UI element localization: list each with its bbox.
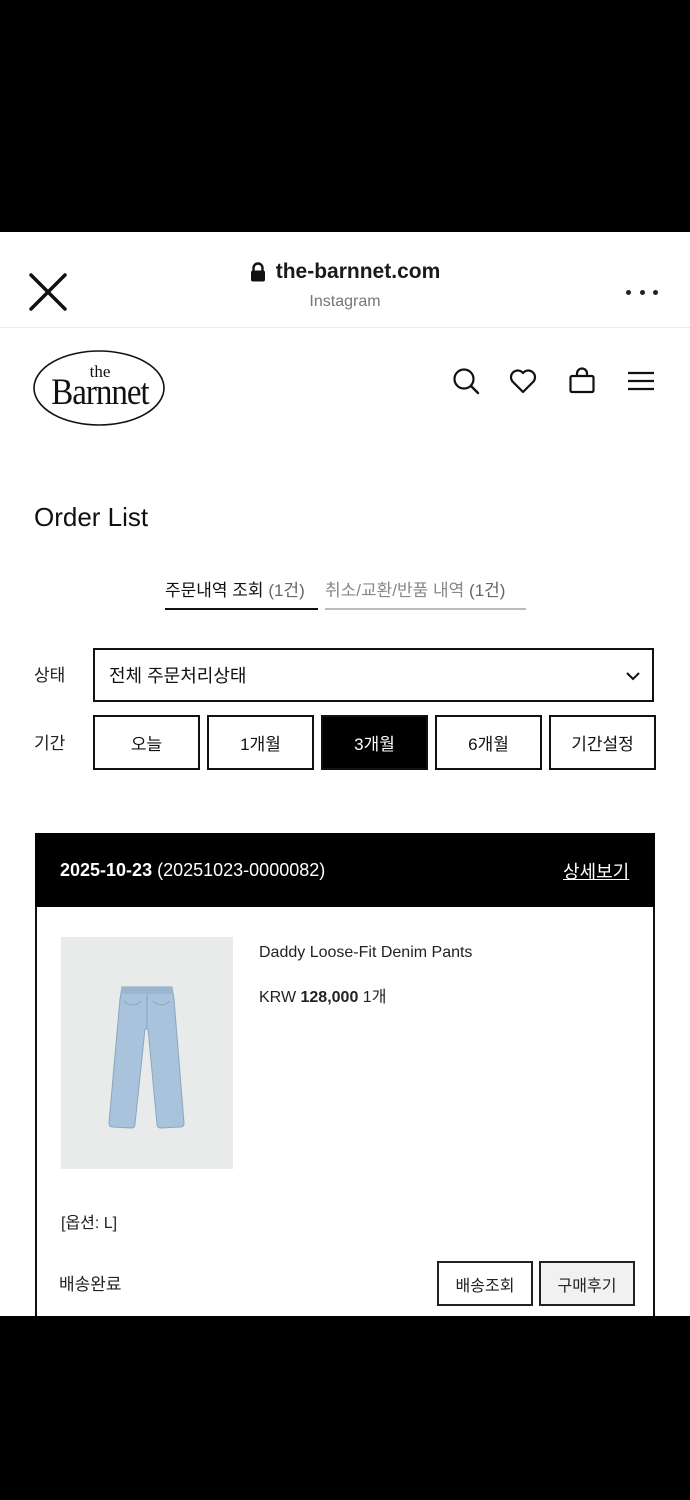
tab-cancel-exchange-return[interactable]: 취소/교환/반품 내역 (1건) xyxy=(325,576,526,610)
period-button-3month[interactable]: 3개월 xyxy=(321,715,428,770)
product-name[interactable]: Daddy Loose-Fit Denim Pants xyxy=(259,944,472,962)
phone-screen: the-barnnet.com Instagram the Barnnet Or… xyxy=(0,232,690,1316)
tab-label: 주문내역 조회 xyxy=(165,581,264,600)
status-filter-label: 상태 xyxy=(34,666,66,685)
price-currency: KRW xyxy=(259,989,297,1006)
tab-count: (1건) xyxy=(469,581,506,600)
bottom-letterbox xyxy=(0,1316,690,1500)
period-button-6month[interactable]: 6개월 xyxy=(435,715,542,770)
order-date-line: 2025-10-23 (20251023-0000082) xyxy=(60,860,325,881)
period-filter-label: 기간 xyxy=(34,734,66,753)
status-select-value: 전체 주문처리상태 xyxy=(109,666,247,686)
top-letterbox xyxy=(0,0,690,232)
chevron-down-icon xyxy=(624,667,642,685)
track-delivery-button[interactable]: 배송조회 xyxy=(437,1261,533,1306)
heart-icon[interactable] xyxy=(508,366,538,396)
tab-order-history[interactable]: 주문내역 조회 (1건) xyxy=(165,576,318,610)
write-review-button[interactable]: 구매후기 xyxy=(539,1261,635,1306)
page-title: Order List xyxy=(34,502,149,532)
period-button-today[interactable]: 오늘 xyxy=(93,715,200,770)
product-quantity: 1개 xyxy=(362,989,387,1006)
site-header: the Barnnet xyxy=(0,328,690,448)
product-price-line: KRW 128,000 1개 xyxy=(259,983,386,1007)
product-option: [옵션: L] xyxy=(61,1215,118,1232)
order-date: 2025-10-23 xyxy=(60,860,153,880)
url-source: Instagram xyxy=(309,293,381,310)
status-select[interactable]: 전체 주문처리상태 xyxy=(93,648,654,702)
logo[interactable]: the Barnnet xyxy=(32,348,168,428)
tab-count: (1건) xyxy=(268,581,305,600)
order-header: 2025-10-23 (20251023-0000082) 상세보기 xyxy=(35,833,655,907)
period-button-custom[interactable]: 기간설정 xyxy=(549,715,656,770)
order-status: 배송완료 xyxy=(59,1275,122,1294)
order-number: (20251023-0000082) xyxy=(157,860,326,880)
browser-bar: the-barnnet.com Instagram xyxy=(0,232,690,328)
period-button-1month[interactable]: 1개월 xyxy=(207,715,314,770)
price-value: 128,000 xyxy=(300,989,359,1006)
lock-icon xyxy=(250,262,266,282)
order-detail-link[interactable]: 상세보기 xyxy=(563,858,629,884)
bag-icon[interactable] xyxy=(567,366,597,396)
menu-icon[interactable] xyxy=(626,366,656,396)
search-icon[interactable] xyxy=(451,366,481,396)
logo-name: Barnnet xyxy=(51,372,149,414)
order-card: 2025-10-23 (20251023-0000082) 상세보기 Daddy… xyxy=(35,833,655,1316)
url-area[interactable]: the-barnnet.com Instagram xyxy=(0,260,690,311)
url-text: the-barnnet.com xyxy=(275,260,441,283)
more-icon[interactable] xyxy=(626,286,658,298)
product-image[interactable] xyxy=(61,937,233,1169)
tab-label: 취소/교환/반품 내역 xyxy=(325,581,465,600)
